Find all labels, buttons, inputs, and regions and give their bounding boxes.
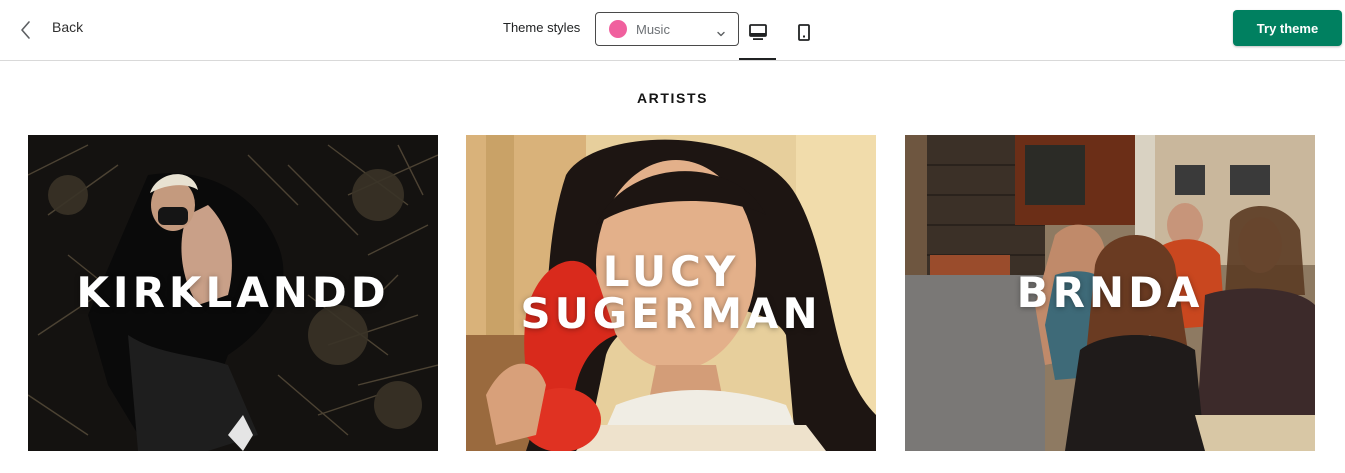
- chevron-down-icon: [716, 25, 726, 43]
- artist-name: BRNDA: [1016, 268, 1204, 317]
- try-theme-button[interactable]: Try theme: [1233, 10, 1342, 46]
- back-label: Back: [52, 19, 84, 35]
- chevron-left-icon: [20, 20, 32, 40]
- theme-color-swatch: [609, 20, 627, 38]
- top-bar: Back Theme styles Music Try theme: [0, 0, 1345, 61]
- theme-style-select[interactable]: Music: [595, 12, 739, 46]
- back-button[interactable]: Back: [20, 16, 83, 44]
- mobile-icon: [797, 24, 810, 46]
- desktop-icon: [748, 24, 767, 46]
- artist-card[interactable]: BRNDA: [905, 135, 1315, 451]
- section-title: ARTISTS: [636, 90, 709, 106]
- mobile-view-button[interactable]: [785, 12, 822, 52]
- theme-style-value: Music: [636, 21, 670, 37]
- artist-card[interactable]: KIRKLANDD: [28, 135, 438, 451]
- selected-view-indicator: [739, 58, 776, 60]
- desktop-view-button[interactable]: [739, 12, 776, 52]
- artist-card[interactable]: LUCY SUGERMAN: [466, 135, 876, 451]
- theme-styles-label: Theme styles: [503, 20, 581, 35]
- artist-name: KIRKLANDD: [76, 268, 390, 317]
- artist-name: LUCY SUGERMAN: [520, 247, 822, 338]
